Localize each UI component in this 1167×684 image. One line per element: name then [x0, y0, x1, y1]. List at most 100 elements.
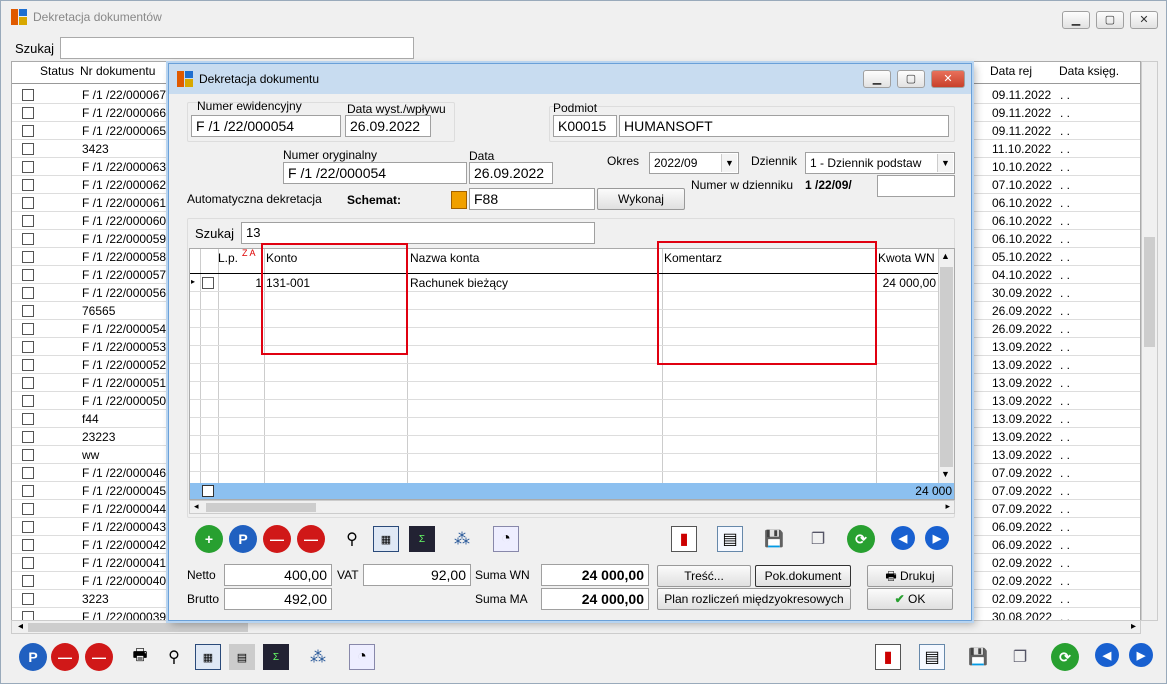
- search-input[interactable]: [60, 37, 415, 59]
- row-checkbox[interactable]: [22, 377, 34, 389]
- windows-icon[interactable]: ❐: [805, 526, 831, 552]
- table-icon[interactable]: ▦: [373, 526, 399, 552]
- horizontal-scrollbar[interactable]: ◂ ▸: [11, 620, 1141, 634]
- row-checkbox[interactable]: [22, 485, 34, 497]
- row-checkbox[interactable]: [22, 341, 34, 353]
- docs-icon[interactable]: ▤: [229, 644, 255, 670]
- binoculars-icon[interactable]: ⚲: [161, 644, 187, 670]
- col-status[interactable]: Status: [40, 64, 74, 78]
- plan-button[interactable]: Plan rozliczeń międzyokresowych: [657, 588, 851, 610]
- binoculars-icon[interactable]: ⚲: [339, 526, 365, 552]
- molecules-icon[interactable]: ⁂: [305, 644, 331, 670]
- delete-icon[interactable]: —: [263, 525, 291, 553]
- row-checkbox[interactable]: [22, 161, 34, 173]
- col-data-ksieg[interactable]: Data księg.: [1059, 64, 1119, 78]
- row-checkbox[interactable]: [22, 449, 34, 461]
- entries-vscroll[interactable]: ▲ ▼: [938, 249, 954, 483]
- prev-icon[interactable]: ◀: [1095, 643, 1119, 667]
- schemat-picker-icon[interactable]: [451, 191, 467, 209]
- refresh-icon[interactable]: ⟳: [1051, 643, 1079, 671]
- chart-window-icon[interactable]: ◔: [493, 526, 519, 552]
- vertical-scrollbar[interactable]: [1141, 61, 1158, 621]
- add-icon[interactable]: +: [195, 525, 223, 553]
- chart-window-icon[interactable]: ◔: [349, 644, 375, 670]
- wykonaj-button[interactable]: Wykonaj: [597, 188, 685, 210]
- report-icon[interactable]: ▤: [919, 644, 945, 670]
- col-kwota[interactable]: Kwota WN: [878, 251, 938, 265]
- delete-checked-icon[interactable]: —: [297, 525, 325, 553]
- row-checkbox[interactable]: [22, 179, 34, 191]
- close-button[interactable]: ✕: [1130, 11, 1158, 29]
- sort-icon[interactable]: Z A: [242, 249, 256, 258]
- szukaj-field[interactable]: 13: [241, 222, 595, 244]
- save-icon[interactable]: 💾: [965, 644, 991, 670]
- numer-ewid-field[interactable]: F /1 /22/000054: [191, 115, 341, 137]
- row-checkbox[interactable]: [22, 305, 34, 317]
- data-field[interactable]: 26.09.2022: [469, 162, 553, 184]
- row-checkbox[interactable]: [22, 575, 34, 587]
- minimize-button[interactable]: ▁: [1062, 11, 1090, 29]
- row-checkbox[interactable]: [22, 215, 34, 227]
- dialog-close-button[interactable]: ✕: [931, 70, 965, 88]
- row-checkbox[interactable]: [22, 107, 34, 119]
- sum-icon[interactable]: Σ: [263, 644, 289, 670]
- refresh-icon[interactable]: ⟳: [847, 525, 875, 553]
- ok-button[interactable]: ✔ OK: [867, 588, 953, 610]
- okres-select[interactable]: 2022/09 ▼: [649, 152, 739, 174]
- preview-icon[interactable]: P: [229, 525, 257, 553]
- drukuj-button[interactable]: 🖶 Drukuj: [867, 565, 953, 587]
- row-checkbox[interactable]: [22, 125, 34, 137]
- row-checkbox[interactable]: [22, 431, 34, 443]
- next-icon[interactable]: ▶: [925, 526, 949, 550]
- numer-dz-field[interactable]: [877, 175, 955, 197]
- data-wyst-field[interactable]: 26.09.2022: [345, 115, 431, 137]
- dialog-maximize-button[interactable]: ▢: [897, 70, 925, 88]
- col-lp[interactable]: L.p.: [218, 251, 238, 265]
- dziennik-select[interactable]: 1 - Dziennik podstaw ▼: [805, 152, 955, 174]
- preview-icon[interactable]: P: [19, 643, 47, 671]
- row-kwota[interactable]: 24 000,00: [878, 276, 936, 290]
- maximize-button[interactable]: ▢: [1096, 11, 1124, 29]
- vat-field[interactable]: 92,00: [363, 564, 471, 586]
- row-checkbox[interactable]: [22, 467, 34, 479]
- bar-chart-icon[interactable]: ▮: [875, 644, 901, 670]
- bar-chart-icon[interactable]: ▮: [671, 526, 697, 552]
- podmiot-code-field[interactable]: K00015: [553, 115, 617, 137]
- row-checkbox[interactable]: [22, 413, 34, 425]
- table-icon[interactable]: ▦: [195, 644, 221, 670]
- row-checkbox[interactable]: [202, 277, 214, 289]
- row-checkbox[interactable]: [22, 269, 34, 281]
- col-data-rej[interactable]: Data rej: [990, 64, 1032, 78]
- row-checkbox[interactable]: [22, 89, 34, 101]
- pok-dokument-button[interactable]: Pok.dokument: [755, 565, 851, 587]
- col-nazwa[interactable]: Nazwa konta: [410, 251, 479, 265]
- tresc-button[interactable]: Treść...: [657, 565, 751, 587]
- printer-icon[interactable]: 🖶: [127, 644, 153, 670]
- row-checkbox[interactable]: [22, 557, 34, 569]
- report-icon[interactable]: ▤: [717, 526, 743, 552]
- row-checkbox[interactable]: [22, 395, 34, 407]
- row-nazwa[interactable]: Rachunek bieżący: [410, 276, 508, 290]
- sum-icon[interactable]: Σ: [409, 526, 435, 552]
- row-checkbox[interactable]: [22, 197, 34, 209]
- dialog-minimize-button[interactable]: ▁: [863, 70, 891, 88]
- delete-icon[interactable]: —: [51, 643, 79, 671]
- netto-field[interactable]: 400,00: [224, 564, 332, 586]
- row-checkbox[interactable]: [22, 233, 34, 245]
- delete-checked-icon[interactable]: —: [85, 643, 113, 671]
- row-checkbox[interactable]: [22, 287, 34, 299]
- molecules-icon[interactable]: ⁂: [449, 526, 475, 552]
- row-checkbox[interactable]: [22, 143, 34, 155]
- schemat-field[interactable]: F88: [469, 188, 595, 210]
- row-checkbox[interactable]: [22, 539, 34, 551]
- row-checkbox[interactable]: [22, 593, 34, 605]
- entries-hscroll[interactable]: ◂ ▸: [189, 500, 955, 514]
- row-checkbox[interactable]: [22, 323, 34, 335]
- brutto-field[interactable]: 492,00: [224, 588, 332, 610]
- col-nr[interactable]: Nr dokumentu: [80, 64, 155, 78]
- numer-oryg-field[interactable]: F /1 /22/000054: [283, 162, 467, 184]
- row-checkbox[interactable]: [22, 503, 34, 515]
- podmiot-name-field[interactable]: HUMANSOFT: [619, 115, 949, 137]
- prev-icon[interactable]: ◀: [891, 526, 915, 550]
- save-icon[interactable]: 💾: [761, 526, 787, 552]
